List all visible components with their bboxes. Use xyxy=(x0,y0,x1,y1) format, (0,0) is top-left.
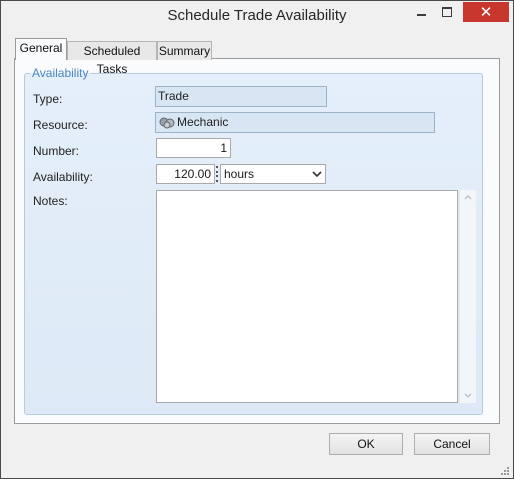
notes-textarea[interactable] xyxy=(156,190,458,403)
unit-select[interactable]: hours xyxy=(220,164,326,184)
unit-select-value: hours xyxy=(224,167,255,181)
resource-field: Mechanic xyxy=(155,112,435,133)
cancel-button[interactable]: Cancel xyxy=(414,433,490,455)
resource-label: Resource: xyxy=(33,118,88,132)
tab-general[interactable]: General xyxy=(15,38,67,60)
minimize-icon xyxy=(416,14,426,16)
trade-group-icon xyxy=(159,117,175,129)
tab-summary[interactable]: Summary xyxy=(157,41,212,60)
tab-scheduled-tasks[interactable]: Scheduled Tasks xyxy=(67,41,157,76)
close-button[interactable]: ✕ xyxy=(463,2,509,22)
number-input[interactable]: 1 xyxy=(156,138,231,158)
type-label: Type: xyxy=(33,92,63,106)
availability-spin-handle[interactable] xyxy=(215,166,219,182)
maximize-icon xyxy=(442,7,452,17)
close-icon: ✕ xyxy=(479,3,493,21)
chevron-down-icon xyxy=(312,171,322,178)
availability-group-legend: Availability xyxy=(30,66,91,80)
ok-button[interactable]: OK xyxy=(329,433,403,455)
notes-scrollbar[interactable] xyxy=(459,190,476,403)
number-label: Number: xyxy=(33,144,80,158)
availability-label: Availability: xyxy=(33,170,93,184)
availability-input[interactable]: 120.00 xyxy=(156,164,215,184)
resize-grip-icon[interactable] xyxy=(500,466,510,476)
resource-value: Mechanic xyxy=(177,115,229,129)
notes-label: Notes: xyxy=(33,194,68,208)
maximize-button[interactable] xyxy=(435,2,459,22)
type-field: Trade xyxy=(155,86,327,107)
minimize-button[interactable] xyxy=(409,2,433,22)
scroll-down-icon[interactable] xyxy=(463,390,473,400)
title-bar[interactable]: Schedule Trade Availability ✕ xyxy=(1,1,513,33)
scroll-up-icon[interactable] xyxy=(463,193,473,203)
